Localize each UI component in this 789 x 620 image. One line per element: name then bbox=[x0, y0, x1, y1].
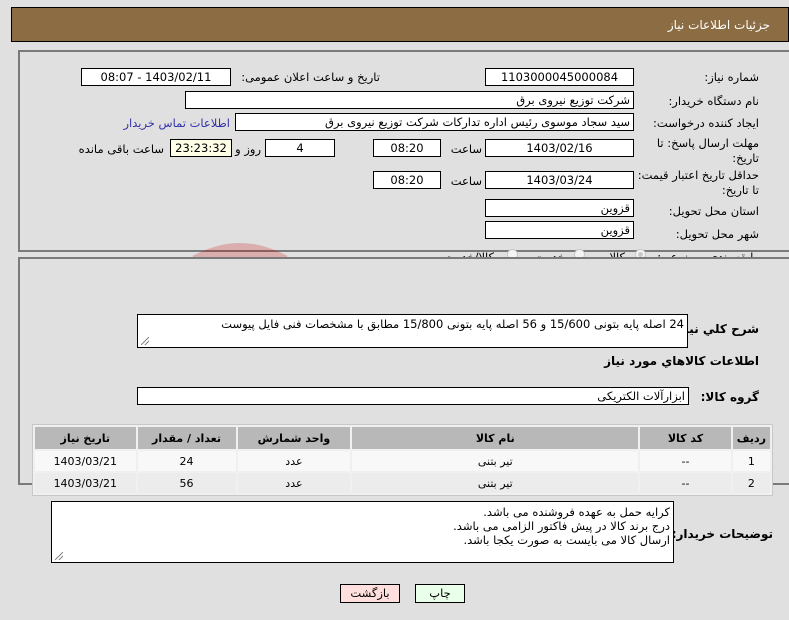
time-remaining-field: 23:23:32 bbox=[170, 139, 232, 157]
price-validity-label: حداقل تاریخ اعتبار قیمت: تا تاریخ: bbox=[637, 168, 759, 197]
table-header-row: ردیف کد کالا نام کالا واحد شمارش تعداد /… bbox=[35, 427, 770, 449]
city-field: قزوین bbox=[485, 221, 634, 239]
note-line: کرایه حمل به عهده فروشنده می باشد. bbox=[483, 505, 670, 519]
cell-code: -- bbox=[640, 451, 731, 471]
province-field: قزوین bbox=[485, 199, 634, 217]
col-qty: تعداد / مقدار bbox=[137, 427, 236, 449]
print-button[interactable]: چاپ bbox=[415, 584, 465, 603]
remaining-label: ساعت باقی مانده bbox=[78, 142, 164, 156]
note-line: درج برند کالا در پیش فاکتور الزامی می با… bbox=[453, 519, 670, 533]
cell-row: 1 bbox=[732, 451, 770, 471]
page-title: جزئیات اطلاعات نیاز bbox=[667, 18, 770, 32]
back-button[interactable]: بازگشت bbox=[340, 584, 400, 603]
validity-time-field: 08:20 bbox=[373, 171, 441, 189]
creator-field: سید سجاد موسوی رئیس اداره تدارکات شرکت ت… bbox=[235, 113, 634, 131]
validity-date-field: 1403/03/24 bbox=[485, 171, 634, 189]
buyer-contact-link[interactable]: اطلاعات تماس خریدار bbox=[123, 116, 230, 130]
items-table: ردیف کد کالا نام کالا واحد شمارش تعداد /… bbox=[32, 424, 773, 496]
province-label: استان محل تحویل: bbox=[668, 204, 759, 218]
col-code: کد کالا bbox=[640, 427, 731, 449]
cell-unit: عدد bbox=[237, 473, 351, 493]
col-unit: واحد شمارش bbox=[237, 427, 351, 449]
buyer-notes-textarea[interactable]: کرایه حمل به عهده فروشنده می باشد. درج ب… bbox=[51, 501, 674, 563]
col-name: نام کالا bbox=[352, 427, 639, 449]
table-row: 2 -- تیر بتنی عدد 56 1403/03/21 bbox=[35, 473, 770, 493]
cell-name: تیر بتنی bbox=[352, 473, 639, 493]
buyer-org-field: شرکت توزیع نیروی برق bbox=[185, 91, 634, 109]
cell-code: -- bbox=[640, 473, 731, 493]
validity-time-label: ساعت bbox=[450, 174, 482, 188]
note-line: ارسال کالا می بایست به صورت یکجا باشد. bbox=[463, 533, 670, 547]
reply-deadline-label: مهلت ارسال پاسخ: تا تاریخ: bbox=[656, 136, 759, 165]
resize-handle-icon[interactable] bbox=[141, 337, 149, 345]
cell-date: 1403/03/21 bbox=[35, 473, 136, 493]
cell-row: 2 bbox=[732, 473, 770, 493]
cell-qty: 24 bbox=[137, 451, 236, 471]
cell-unit: عدد bbox=[237, 451, 351, 471]
col-date: تاریخ نیاز bbox=[35, 427, 136, 449]
days-and-label: روز و bbox=[235, 142, 261, 156]
cell-qty: 56 bbox=[137, 473, 236, 493]
resize-handle-icon[interactable] bbox=[55, 552, 63, 560]
cell-date: 1403/03/21 bbox=[35, 451, 136, 471]
need-number-label: شماره نیاز: bbox=[704, 70, 759, 84]
col-row: ردیف bbox=[732, 427, 770, 449]
description-textarea[interactable]: 24 اصله پایه بتونی 15/600 و 56 اصله پایه… bbox=[137, 314, 688, 348]
need-number-field: 1103000045000084 bbox=[485, 68, 634, 86]
reply-time-label: ساعت bbox=[450, 142, 482, 156]
buyer-org-label: نام دستگاه خریدار: bbox=[668, 94, 759, 108]
creator-label: ایجاد کننده درخواست: bbox=[653, 116, 759, 130]
goods-group-field: ابزارآلات الکتریکی bbox=[137, 387, 689, 405]
description-text: 24 اصله پایه بتونی 15/600 و 56 اصله پایه… bbox=[221, 317, 684, 331]
announce-date-label: تاریخ و ساعت اعلان عمومی: bbox=[241, 70, 380, 84]
reply-time-field: 08:20 bbox=[373, 139, 441, 157]
city-label: شهر محل تحویل: bbox=[675, 227, 759, 241]
announce-date-field: 1403/02/11 - 08:07 bbox=[81, 68, 231, 86]
goods-group-label: گروه کالا: bbox=[700, 390, 759, 404]
reply-date-field: 1403/02/16 bbox=[485, 139, 634, 157]
table-row: 1 -- تیر بتنی عدد 24 1403/03/21 bbox=[35, 451, 770, 471]
buyer-notes-label: توضیحات خریدار: bbox=[671, 527, 773, 541]
page-header: جزئیات اطلاعات نیاز bbox=[11, 7, 789, 42]
cell-name: تیر بتنی bbox=[352, 451, 639, 471]
days-remaining-field: 4 bbox=[265, 139, 335, 157]
items-heading: اطلاعات کالاهاي مورد نياز bbox=[604, 354, 759, 368]
